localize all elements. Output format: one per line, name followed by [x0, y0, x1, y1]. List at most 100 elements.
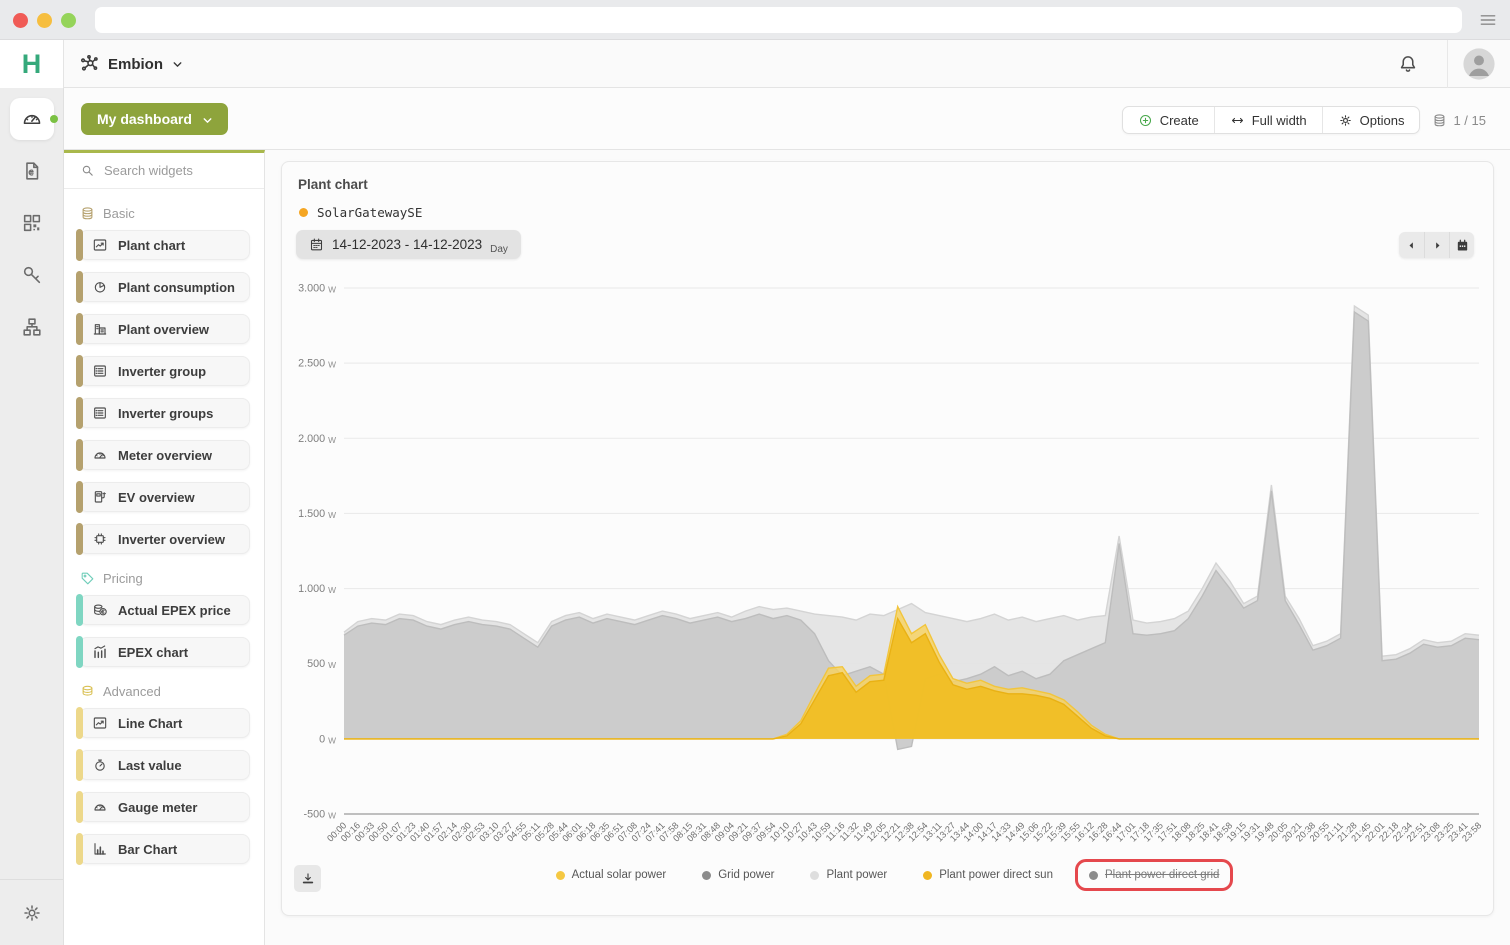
factory-icon: [92, 321, 108, 337]
widget-item-epex-chart[interactable]: EPEX chart: [79, 637, 250, 667]
widget-item-ev-overview[interactable]: EV overview: [79, 482, 250, 512]
legend-item-actual-solar-power[interactable]: Actual solar power: [556, 869, 667, 881]
gear-icon: [1338, 112, 1353, 128]
calendar-filled-icon: [1455, 237, 1470, 253]
rail-item-invoice[interactable]: [10, 150, 54, 192]
legend-dot: [810, 871, 819, 880]
rail-item-apps[interactable]: [10, 202, 54, 244]
calendar-button[interactable]: [1449, 232, 1474, 258]
legend-label: Plant power direct sun: [939, 869, 1053, 881]
avatar: [1462, 47, 1496, 81]
chevDown-icon: [201, 114, 214, 127]
x-axis-labels: 00:0000:1600:3300:5001:0701:2301:4001:57…: [325, 820, 1483, 843]
legend-label: Grid power: [718, 869, 774, 881]
calendar-icon: [309, 236, 324, 254]
list-icon: [92, 405, 108, 421]
device-status-dot: [299, 208, 308, 217]
widget-item-bar-chart[interactable]: Bar Chart: [79, 834, 250, 864]
legend-item-plant-power-direct-sun[interactable]: Plant power direct sun: [923, 869, 1053, 881]
widget-item-label: Inverter overview: [118, 532, 225, 547]
plusCircle-icon: [1138, 113, 1153, 128]
caretLeft-icon: [1405, 239, 1418, 252]
gear-icon: [1338, 113, 1353, 128]
plant-chart-canvas[interactable]: 3.000W2.500W2.000W1.500W1.000W500W0W-500…: [282, 270, 1495, 870]
burger-icon: [1478, 10, 1498, 30]
address-bar[interactable]: [95, 7, 1462, 33]
widget-section-pricing: Pricing Actual EPEX price EPEX chart: [64, 570, 264, 667]
widget-item-actual-epex-price[interactable]: Actual EPEX price: [79, 595, 250, 625]
layers-icon: [1432, 113, 1447, 128]
molecule-icon: [78, 53, 100, 75]
window-minimize-button[interactable]: [37, 13, 52, 28]
widget-item-plant-consumption[interactable]: Plant consumption: [79, 272, 250, 302]
widget-item-gauge-meter[interactable]: Gauge meter: [79, 792, 250, 822]
chart-area[interactable]: 3.000W2.500W2.000W1.500W1.000W500W0W-500…: [282, 270, 1495, 870]
dashboard-pager[interactable]: 1 / 15: [1432, 112, 1486, 128]
layers-icon: [80, 206, 95, 221]
app-logo[interactable]: H: [0, 40, 64, 88]
date-range-text: 14-12-2023 - 14-12-2023: [332, 237, 482, 252]
org-name: Embion: [108, 56, 163, 73]
item-accent: [76, 749, 83, 781]
options-button[interactable]: Options: [1322, 107, 1420, 133]
window-close-button[interactable]: [13, 13, 28, 28]
widget-item-meter-overview[interactable]: Meter overview: [79, 440, 250, 470]
widget-item-inverter-group[interactable]: Inverter group: [79, 356, 250, 386]
widget-item-line-chart[interactable]: Line Chart: [79, 708, 250, 738]
full-width-button[interactable]: Full width: [1214, 107, 1322, 133]
widget-item-plant-chart[interactable]: Plant chart: [79, 230, 250, 260]
window-title-bar: [0, 0, 1510, 40]
next-period-button[interactable]: [1424, 232, 1449, 258]
svg-text:2.500W: 2.500W: [298, 358, 336, 370]
date-range-picker[interactable]: 14-12-2023 - 14-12-2023 Day: [296, 230, 521, 259]
bell-icon: [1397, 53, 1419, 75]
legend-item-grid-power[interactable]: Grid power: [702, 869, 774, 881]
pie-icon: [92, 279, 108, 295]
search-input[interactable]: [104, 163, 244, 178]
search-icon: [80, 162, 95, 180]
nav-rail: [0, 88, 64, 945]
prev-period-button[interactable]: [1399, 232, 1424, 258]
create-button[interactable]: Create: [1123, 107, 1214, 133]
rail-item-key[interactable]: [10, 254, 54, 296]
item-accent: [76, 481, 83, 513]
widget-item-label: Line Chart: [118, 716, 182, 731]
legend-dot: [923, 871, 932, 880]
item-accent: [76, 397, 83, 429]
svg-text:2.000W: 2.000W: [298, 433, 336, 445]
legend-label: Plant power: [826, 869, 887, 881]
legend-dot: [702, 871, 711, 880]
section-header: Pricing: [80, 570, 264, 586]
widget-item-label: Plant overview: [118, 322, 209, 337]
rail-settings-button[interactable]: [0, 879, 63, 945]
dashboard-icon: [21, 108, 43, 130]
dashboard-selector-button[interactable]: My dashboard: [81, 103, 228, 135]
chevron-down-icon: [201, 111, 214, 127]
legend-item-plant-power[interactable]: Plant power: [810, 869, 887, 881]
widget-item-last-value[interactable]: Last value: [79, 750, 250, 780]
legend-item-plant-power-direct-grid[interactable]: Plant power direct grid: [1089, 869, 1219, 881]
rail-item-dashboard[interactable]: [10, 98, 54, 140]
chart-line-icon: [92, 237, 108, 253]
chart-legend: Actual solar power Grid power Plant power P…: [282, 869, 1493, 881]
organization-icon: [78, 53, 100, 75]
widget-item-plant-overview[interactable]: Plant overview: [79, 314, 250, 344]
window-maximize-button[interactable]: [61, 13, 76, 28]
org-switcher[interactable]: Embion: [78, 40, 184, 88]
widget-item-label: Actual EPEX price: [118, 603, 231, 618]
rail-item-sitemap[interactable]: [10, 306, 54, 348]
item-accent: [76, 229, 83, 261]
plus-circle-icon: [1138, 112, 1153, 128]
caret-left-icon: [1405, 238, 1418, 253]
widget-item-inverter-groups[interactable]: Inverter groups: [79, 398, 250, 428]
svg-text:0W: 0W: [319, 733, 336, 745]
item-accent: [76, 833, 83, 865]
widget-item-inverter-overview[interactable]: Inverter overview: [79, 524, 250, 554]
arrowsH-icon: [1230, 113, 1245, 128]
widget-search[interactable]: [64, 153, 264, 189]
item-accent: [76, 636, 83, 668]
bar-chart-icon: [92, 841, 108, 857]
browser-menu-icon[interactable]: [1478, 10, 1498, 30]
notifications-bell-icon[interactable]: [1397, 53, 1419, 75]
user-menu[interactable]: [1447, 40, 1510, 88]
